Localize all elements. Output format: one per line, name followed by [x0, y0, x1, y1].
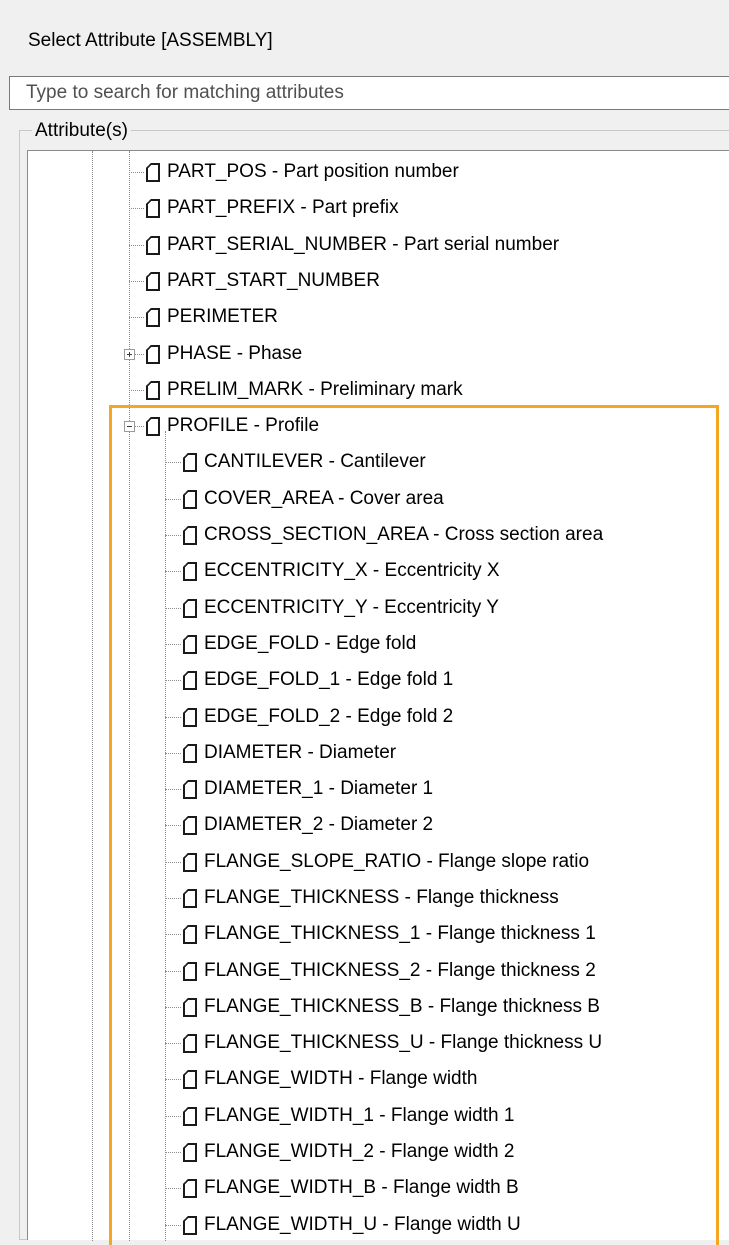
tree-connector-line: [129, 281, 144, 282]
expand-plus-icon[interactable]: [124, 349, 135, 360]
tree-connector-line: [129, 245, 144, 246]
tree-item-label: PHASE - Phase: [167, 343, 303, 364]
attribute-node-icon: [146, 199, 160, 218]
tree-item-label: PART_SERIAL_NUMBER - Part serial number: [167, 234, 560, 255]
tree-item-label: PART_POS - Part position number: [167, 161, 459, 182]
search-input[interactable]: [10, 77, 729, 109]
highlight-dotted-edge: [716, 1200, 719, 1224]
dialog-title: Select Attribute [ASSEMBLY]: [28, 30, 273, 51]
attribute-node-icon: [146, 381, 160, 400]
tree-connector-line: [129, 208, 144, 209]
profile-highlight-box: [109, 405, 719, 1245]
tree-item-label: PERIMETER: [167, 306, 278, 327]
tree-item-label: PRELIM_MARK - Preliminary mark: [167, 379, 463, 400]
attribute-node-icon: [146, 345, 160, 364]
attribute-node-icon: [146, 272, 160, 291]
attributes-group-label: Attribute(s): [32, 120, 131, 142]
attribute-node-icon: [146, 163, 160, 182]
attribute-node-icon: [146, 308, 160, 327]
search-box[interactable]: [9, 76, 729, 110]
tree-guide-line: [92, 151, 93, 1241]
tree-connector-line: [129, 172, 144, 173]
highlight-dotted-edge: [109, 1200, 112, 1224]
tree-item-label: PART_PREFIX - Part prefix: [167, 197, 399, 218]
attribute-node-icon: [146, 236, 160, 255]
tree-item-label: PART_START_NUMBER: [167, 270, 380, 291]
tree-connector-line: [129, 390, 144, 391]
tree-connector-line: [129, 317, 144, 318]
